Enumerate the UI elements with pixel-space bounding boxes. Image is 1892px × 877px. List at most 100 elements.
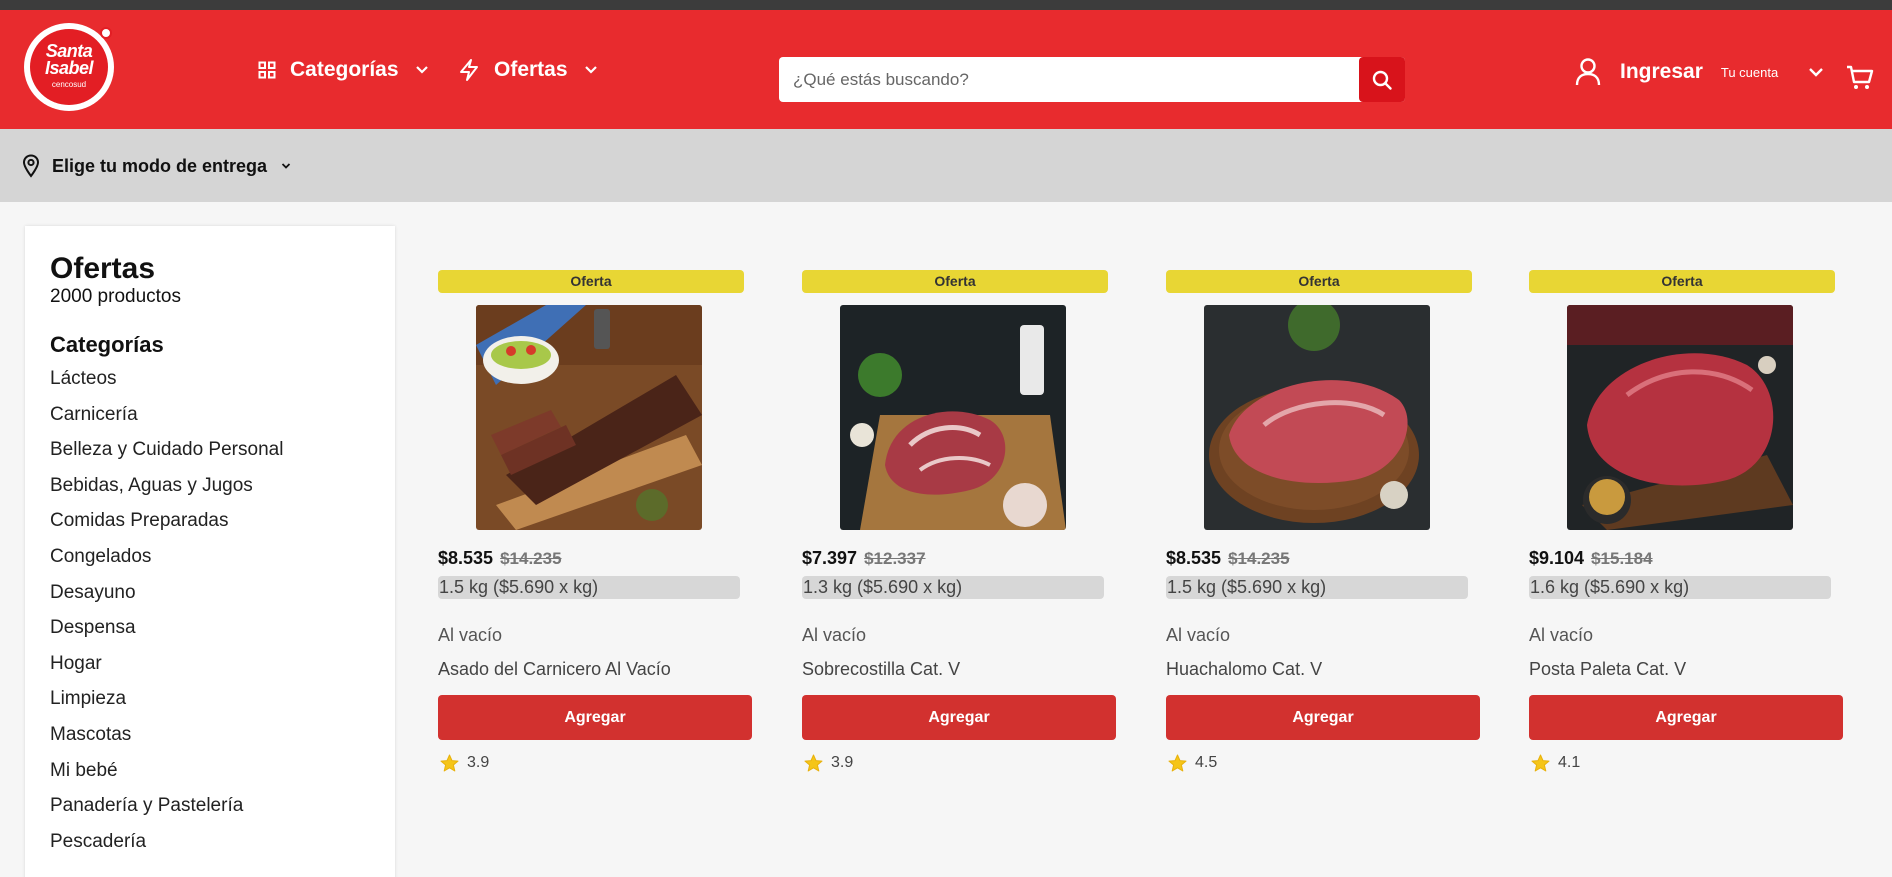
category-link-limpieza[interactable]: Limpieza [50,688,283,724]
delivery-bar: Elige tu modo de entrega [0,129,1892,202]
old-price: $14.235 [500,549,562,568]
old-price: $12.337 [864,549,926,568]
product-card[interactable]: Oferta $9.104 $15.184 1.6 kg ($5.690 x k… [1529,270,1845,790]
price-row: $8.535 $14.235 [1166,548,1290,569]
product-brand: Al vacío [802,625,867,645]
star-icon [1531,754,1550,772]
logo-sub: cencosud [51,80,87,89]
location-pin-icon [22,154,40,178]
product-name[interactable]: Posta Paleta Cat. V [1529,659,1686,680]
product-image[interactable] [1204,305,1430,530]
logo-dot [100,27,112,39]
product-rating: 3.9 [804,754,853,772]
nav-ofertas[interactable]: Ofertas [458,54,598,86]
lightning-icon [458,58,480,82]
category-link-mi-bebe[interactable]: Mi bebé [50,760,283,796]
category-list: Lácteos Carnicería Belleza y Cuidado Per… [50,368,283,866]
category-link-comidas-preparadas[interactable]: Comidas Preparadas [50,510,283,546]
santa-isabel-logo[interactable]: Santa Isabel cencosud [24,23,114,111]
rating-value: 4.5 [1195,754,1218,771]
add-to-cart-button[interactable]: Agregar [1529,695,1843,740]
user-icon [1574,57,1602,87]
unit-price: 1.3 kg ($5.690 x kg) [802,576,1104,599]
price-row: $8.535 $14.235 [438,548,562,569]
category-link-despensa[interactable]: Despensa [50,617,283,653]
add-to-cart-button[interactable]: Agregar [438,695,752,740]
category-link-pescaderia[interactable]: Pescadería [50,831,283,867]
product-card[interactable]: Oferta $8.535 $14.235 1.5 kg ($5.690 x k… [1166,270,1482,790]
category-link-belleza[interactable]: Belleza y Cuidado Personal [50,439,283,475]
current-price: $8.535 [438,548,494,568]
unit-price: 1.5 kg ($5.690 x kg) [1166,576,1468,599]
grid-icon [258,61,276,79]
current-price: $8.535 [1166,548,1222,568]
product-card[interactable]: Oferta $8.535 $14.235 1.5 kg ($5.690 x k… [438,270,754,790]
offer-badge: Oferta [438,270,744,293]
star-icon [440,754,459,772]
product-name[interactable]: Huachalomo Cat. V [1166,659,1322,680]
product-card[interactable]: Oferta $7.397 $12.337 1.3 kg ($5.690 x k… [802,270,1118,790]
page-title: Ofertas [50,252,156,285]
category-link-bebidas[interactable]: Bebidas, Aguas y Jugos [50,475,283,511]
product-image[interactable] [1567,305,1793,530]
product-brand: Al vacío [1166,625,1231,645]
product-name[interactable]: Asado del Carnicero Al Vacío [438,659,671,680]
category-link-panaderia[interactable]: Panadería y Pastelería [50,795,283,831]
nav-categorias-label: Categorías [290,58,399,81]
cart-button[interactable] [1846,65,1874,91]
unit-price: 1.6 kg ($5.690 x kg) [1529,576,1831,599]
category-link-carniceria[interactable]: Carnicería [50,404,283,440]
search-input[interactable] [779,57,1359,102]
star-icon [1168,754,1187,772]
delivery-mode-label: Elige tu modo de entrega [52,155,268,176]
account-menu[interactable]: Ingresar Tu cuenta [1574,54,1824,90]
filter-sidebar: Ofertas 2000 productos Categorías Lácteo… [25,226,395,877]
login-label: Ingresar [1620,60,1703,83]
search-button[interactable] [1359,57,1405,102]
product-rating: 3.9 [440,754,489,772]
site-header: Santa Isabel cencosud Categorías Ofertas [0,10,1892,129]
chevron-down-icon [415,65,429,75]
category-link-mascotas[interactable]: Mascotas [50,724,283,760]
current-price: $9.104 [1529,548,1585,568]
delivery-mode-selector[interactable]: Elige tu modo de entrega [22,151,291,181]
rating-value: 3.9 [831,754,854,771]
rating-value: 3.9 [467,754,490,771]
product-rating: 4.5 [1168,754,1217,772]
product-name[interactable]: Sobrecostilla Cat. V [802,659,960,680]
add-to-cart-button[interactable]: Agregar [1166,695,1480,740]
offer-badge: Oferta [802,270,1108,293]
chevron-down-icon [1808,67,1824,77]
nav-categorias[interactable]: Categorías [258,54,429,86]
search-icon [1371,69,1393,91]
unit-price: 1.5 kg ($5.690 x kg) [438,576,740,599]
chevron-down-icon [281,162,291,170]
offer-badge: Oferta [1166,270,1472,293]
product-image[interactable] [840,305,1066,530]
nav-ofertas-label: Ofertas [494,58,568,81]
add-to-cart-button[interactable]: Agregar [802,695,1116,740]
product-brand: Al vacío [1529,625,1594,645]
categories-heading: Categorías [50,332,164,357]
browser-top-strip [0,0,1892,10]
old-price: $15.184 [1591,549,1653,568]
cart-icon [1846,65,1874,91]
product-count: 2000 productos [50,286,181,307]
product-image[interactable] [476,305,702,530]
current-price: $7.397 [802,548,858,568]
category-link-congelados[interactable]: Congelados [50,546,283,582]
logo-line2: Isabel [44,58,94,78]
product-rating: 4.1 [1531,754,1580,772]
price-row: $7.397 $12.337 [802,548,926,569]
account-sub-label: Tu cuenta [1720,64,1779,80]
logo-badge: Santa Isabel cencosud [30,29,108,105]
category-link-lacteos[interactable]: Lácteos [50,368,283,404]
star-icon [804,754,823,772]
offer-badge: Oferta [1529,270,1835,293]
price-row: $9.104 $15.184 [1529,548,1653,569]
category-link-desayuno[interactable]: Desayuno [50,582,283,618]
rating-value: 4.1 [1558,754,1581,771]
category-link-hogar[interactable]: Hogar [50,653,283,689]
chevron-down-icon [584,65,598,75]
product-brand: Al vacío [438,625,503,645]
